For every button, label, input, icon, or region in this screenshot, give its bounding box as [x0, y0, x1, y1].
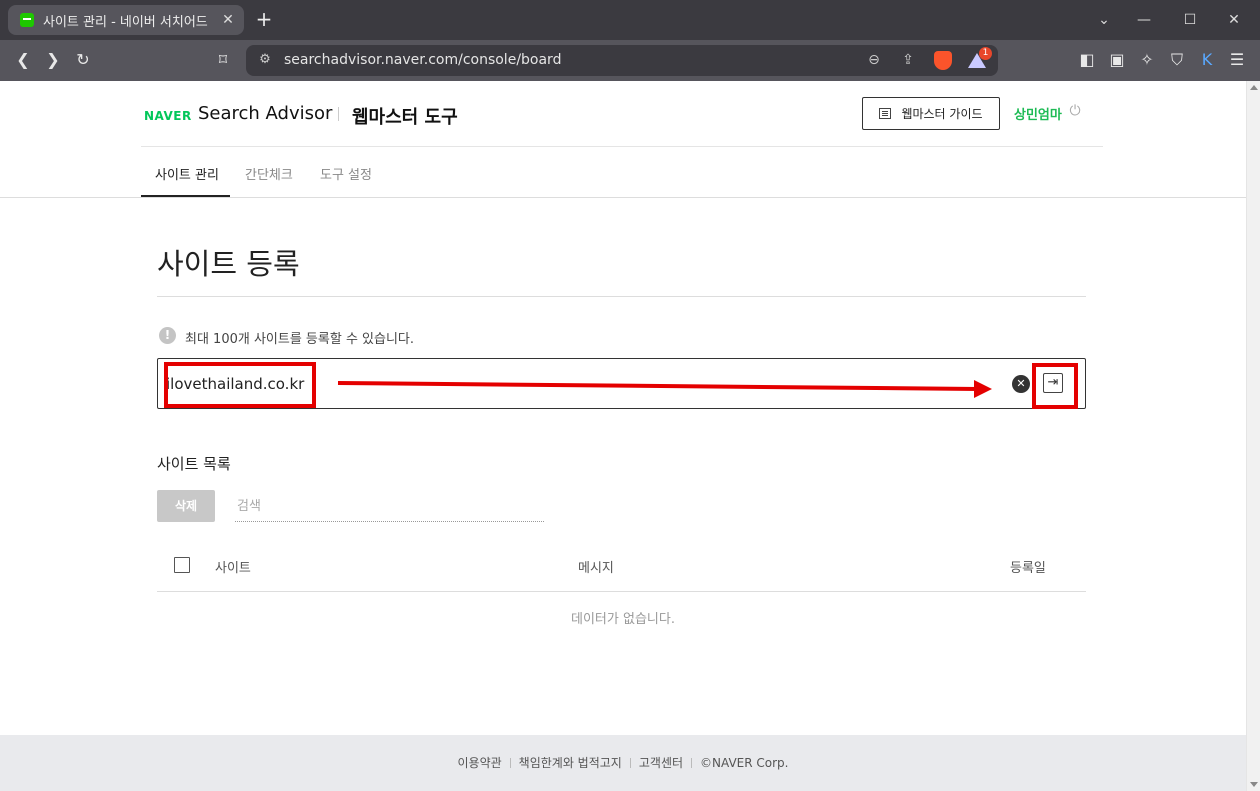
tab-quick-check[interactable]: 간단체크	[245, 164, 293, 183]
column-header-site: 사이트	[215, 561, 251, 576]
empty-table-message: 데이터가 없습니다.	[571, 612, 675, 627]
zoom-icon[interactable]: ⊖	[863, 49, 885, 71]
browser-toolbar: ❮ ❯ ↻ ⌑ ⚙ searchadvisor.naver.com/consol…	[0, 40, 1260, 81]
footer: 이용약관 책임한계와 법적고지 고객센터 ©NAVER Corp.	[0, 735, 1246, 791]
register-limit-info: 최대 100개 사이트를 등록할 수 있습니다.	[185, 332, 415, 347]
back-button[interactable]: ❮	[11, 48, 35, 72]
column-header-date: 등록일	[1010, 561, 1046, 576]
site-search-input[interactable]	[235, 492, 544, 522]
column-header-message: 메시지	[578, 561, 614, 576]
site-list-title: 사이트 목록	[157, 455, 231, 473]
annotation-box-submit	[1032, 363, 1078, 409]
vpn-shield-icon[interactable]: ⛉	[1165, 48, 1189, 72]
table-header-divider	[157, 591, 1086, 592]
footer-link-terms[interactable]: 이용약관	[458, 756, 502, 770]
clear-input-icon[interactable]: ✕	[1012, 375, 1030, 393]
naver-logo[interactable]: NAVER	[144, 109, 192, 123]
footer-links: 이용약관 책임한계와 법적고지 고객센터 ©NAVER Corp.	[0, 754, 1246, 771]
forward-button[interactable]: ❯	[41, 48, 65, 72]
tab-tool-settings[interactable]: 도구 설정	[320, 164, 372, 183]
tab-title: 사이트 관리 - 네이버 서치어드	[43, 14, 208, 30]
footer-separator	[629, 758, 631, 768]
annotation-arrow	[337, 380, 992, 398]
browser-tab-bar: 사이트 관리 - 네이버 서치어드 ✕ + ⌄ — ☐ ✕	[0, 0, 1260, 40]
browser-tab[interactable]: 사이트 관리 - 네이버 서치어드 ✕	[8, 5, 244, 35]
delete-button[interactable]: 삭제	[157, 490, 215, 522]
naver-favicon-icon	[20, 13, 34, 27]
webmaster-tools-title[interactable]: 웹마스터 도구	[352, 103, 458, 129]
page-scrollbar[interactable]	[1246, 81, 1260, 791]
close-tab-icon[interactable]: ✕	[220, 12, 236, 28]
leo-ai-icon[interactable]: ✧	[1135, 48, 1159, 72]
header-divider	[141, 146, 1103, 147]
user-name[interactable]: 상민엄마	[1014, 104, 1062, 123]
annotation-box-input	[164, 362, 316, 408]
search-advisor-logo[interactable]: Search Advisor	[198, 103, 332, 124]
tab-site-management[interactable]: 사이트 관리	[155, 164, 219, 183]
share-icon[interactable]: ⇪	[897, 49, 919, 71]
rewards-badge: 1	[979, 47, 992, 60]
footer-link-support[interactable]: 고객센터	[639, 756, 683, 770]
minimize-button[interactable]: —	[1132, 8, 1156, 32]
site-settings-icon[interactable]: ⚙	[254, 49, 276, 71]
sidebar-toggle-icon[interactable]: ◧	[1075, 48, 1099, 72]
address-bar[interactable]: ⚙ searchadvisor.naver.com/console/board …	[246, 45, 998, 76]
footer-copyright: ©NAVER Corp.	[700, 756, 789, 770]
page-content: NAVER Search Advisor 웹마스터 도구 웹마스터 가이드 상민…	[0, 81, 1246, 791]
logout-power-icon[interactable]: ⏻	[1066, 102, 1084, 120]
close-window-button[interactable]: ✕	[1222, 8, 1246, 32]
select-all-checkbox[interactable]	[174, 557, 190, 573]
nav-divider	[0, 197, 1246, 198]
scroll-down-icon[interactable]	[1250, 782, 1258, 787]
extension-icon[interactable]: K	[1195, 48, 1219, 72]
menu-icon[interactable]: ☰	[1225, 48, 1249, 72]
logo-divider	[338, 107, 339, 121]
reload-button[interactable]: ↻	[71, 48, 95, 72]
bookmark-icon[interactable]: ⌑	[211, 48, 235, 72]
webmaster-guide-button[interactable]: 웹마스터 가이드	[862, 97, 1000, 130]
footer-separator	[509, 758, 511, 768]
tab-search-chevron-icon[interactable]: ⌄	[1092, 8, 1116, 32]
info-icon: !	[159, 327, 176, 344]
webmaster-guide-label: 웹마스터 가이드	[901, 107, 983, 121]
maximize-button[interactable]: ☐	[1178, 8, 1202, 32]
url-text: searchadvisor.naver.com/console/board	[284, 52, 562, 68]
footer-link-legal[interactable]: 책임한계와 법적고지	[519, 756, 622, 770]
brave-shields-icon[interactable]	[934, 51, 952, 70]
scroll-up-icon[interactable]	[1250, 85, 1258, 90]
new-tab-button[interactable]: +	[252, 7, 276, 31]
page-title: 사이트 등록	[157, 247, 300, 281]
title-divider	[157, 296, 1086, 297]
wallet-icon[interactable]: ▣	[1105, 48, 1129, 72]
footer-separator	[691, 758, 693, 768]
document-icon	[879, 108, 892, 119]
